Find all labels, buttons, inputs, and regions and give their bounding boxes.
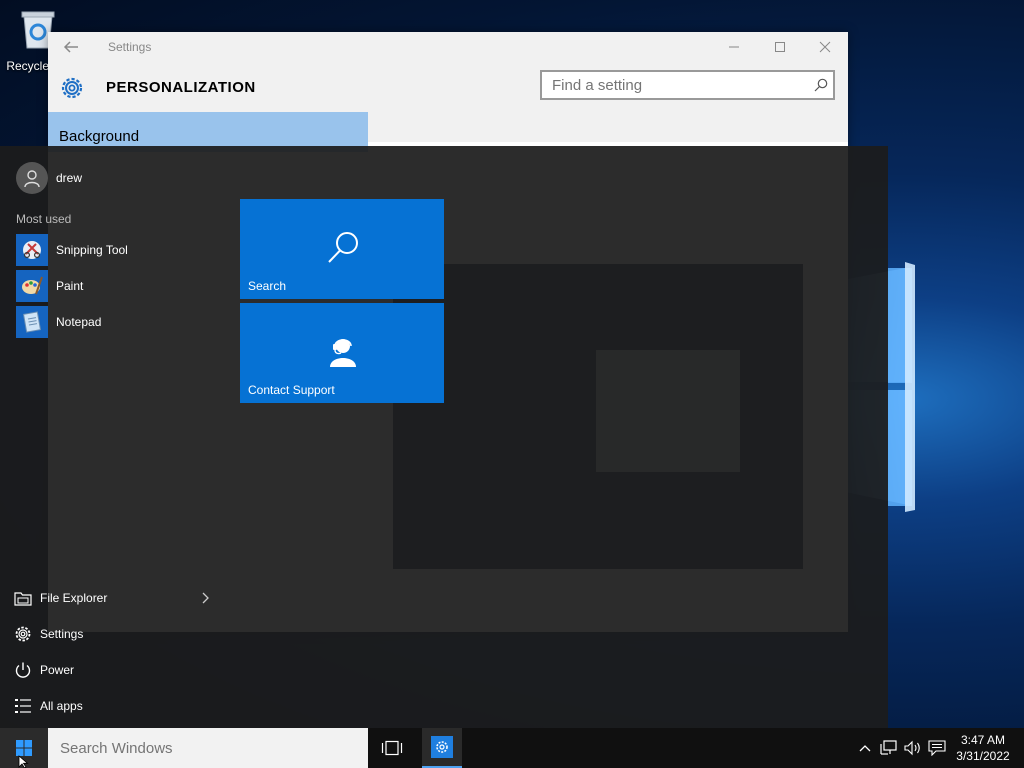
maximize-button[interactable]: [757, 32, 803, 62]
chevron-up-icon: [859, 745, 871, 752]
tile-label: Contact Support: [248, 383, 335, 397]
contact-support-icon: [330, 339, 356, 367]
back-arrow-icon[interactable]: [62, 38, 80, 56]
network-button[interactable]: [878, 728, 900, 768]
app-label: Paint: [56, 279, 84, 293]
taskbar-settings-app[interactable]: [422, 728, 462, 768]
search-icon: [328, 232, 358, 263]
start-all-apps[interactable]: All apps: [14, 694, 214, 718]
user-name: drew: [56, 171, 83, 185]
paint-icon: [16, 270, 48, 302]
task-view-button[interactable]: [372, 728, 412, 768]
maximize-icon: [775, 42, 785, 52]
taskbar-search-input[interactable]: [48, 728, 368, 768]
start-menu: drew Most used Snipping Tool Paint Notep…: [0, 146, 888, 728]
page-title: PERSONALIZATION: [106, 79, 256, 96]
action-center-button[interactable]: [926, 728, 948, 768]
volume-icon: [904, 740, 920, 756]
sys-label: Power: [40, 663, 75, 677]
power-icon: [14, 661, 32, 679]
settings-window-title: Settings: [108, 40, 152, 54]
tile-label: Search: [248, 279, 287, 293]
tile-search[interactable]: Search: [240, 199, 444, 299]
volume-button[interactable]: [902, 728, 924, 768]
avatar: [16, 162, 48, 194]
sys-label: File Explorer: [40, 591, 108, 605]
task-view-icon: [381, 740, 403, 756]
show-hidden-icons-button[interactable]: [856, 728, 874, 768]
app-snipping-tool[interactable]: Snipping Tool: [16, 234, 216, 266]
sys-label: All apps: [40, 699, 83, 713]
sys-label: Settings: [40, 627, 84, 641]
start-settings[interactable]: Settings: [14, 622, 214, 646]
taskbar-clock[interactable]: 3:47 AM 3/31/2022: [950, 732, 1016, 764]
start-file-explorer[interactable]: File Explorer: [14, 586, 214, 610]
search-icon[interactable]: [814, 78, 828, 92]
user-icon: [24, 170, 40, 188]
app-label: Notepad: [56, 315, 102, 329]
file-explorer-icon: [14, 589, 32, 607]
clock-time: 3:47 AM: [960, 733, 1006, 747]
close-icon: [819, 41, 831, 53]
taskbar: 3:47 AM 3/31/2022: [0, 728, 1024, 768]
tile-contact-support[interactable]: Contact Support: [240, 303, 444, 403]
notifications-icon: [928, 740, 946, 756]
mouse-cursor-icon: [18, 755, 29, 768]
most-used-heading: Most used: [16, 212, 72, 226]
app-paint[interactable]: Paint: [16, 270, 216, 302]
close-button[interactable]: [802, 32, 848, 62]
gear-icon: [14, 625, 32, 643]
snipping-tool-icon: [16, 234, 48, 266]
notepad-icon: [16, 306, 48, 338]
settings-app-icon: [431, 736, 453, 758]
find-setting-input[interactable]: [540, 70, 835, 100]
minimize-icon: [729, 46, 739, 48]
app-notepad[interactable]: Notepad: [16, 306, 216, 338]
user-account[interactable]: drew: [16, 162, 82, 194]
chevron-right-icon[interactable]: [200, 591, 210, 605]
network-icon: [880, 740, 897, 755]
minimize-button[interactable]: [711, 32, 757, 62]
start-power[interactable]: Power: [14, 658, 214, 682]
all-apps-icon: [14, 697, 32, 715]
gear-icon: [61, 77, 83, 99]
app-label: Snipping Tool: [56, 243, 128, 257]
clock-date: 3/31/2022: [956, 749, 1010, 763]
settings-titlebar: Settings: [48, 32, 848, 62]
